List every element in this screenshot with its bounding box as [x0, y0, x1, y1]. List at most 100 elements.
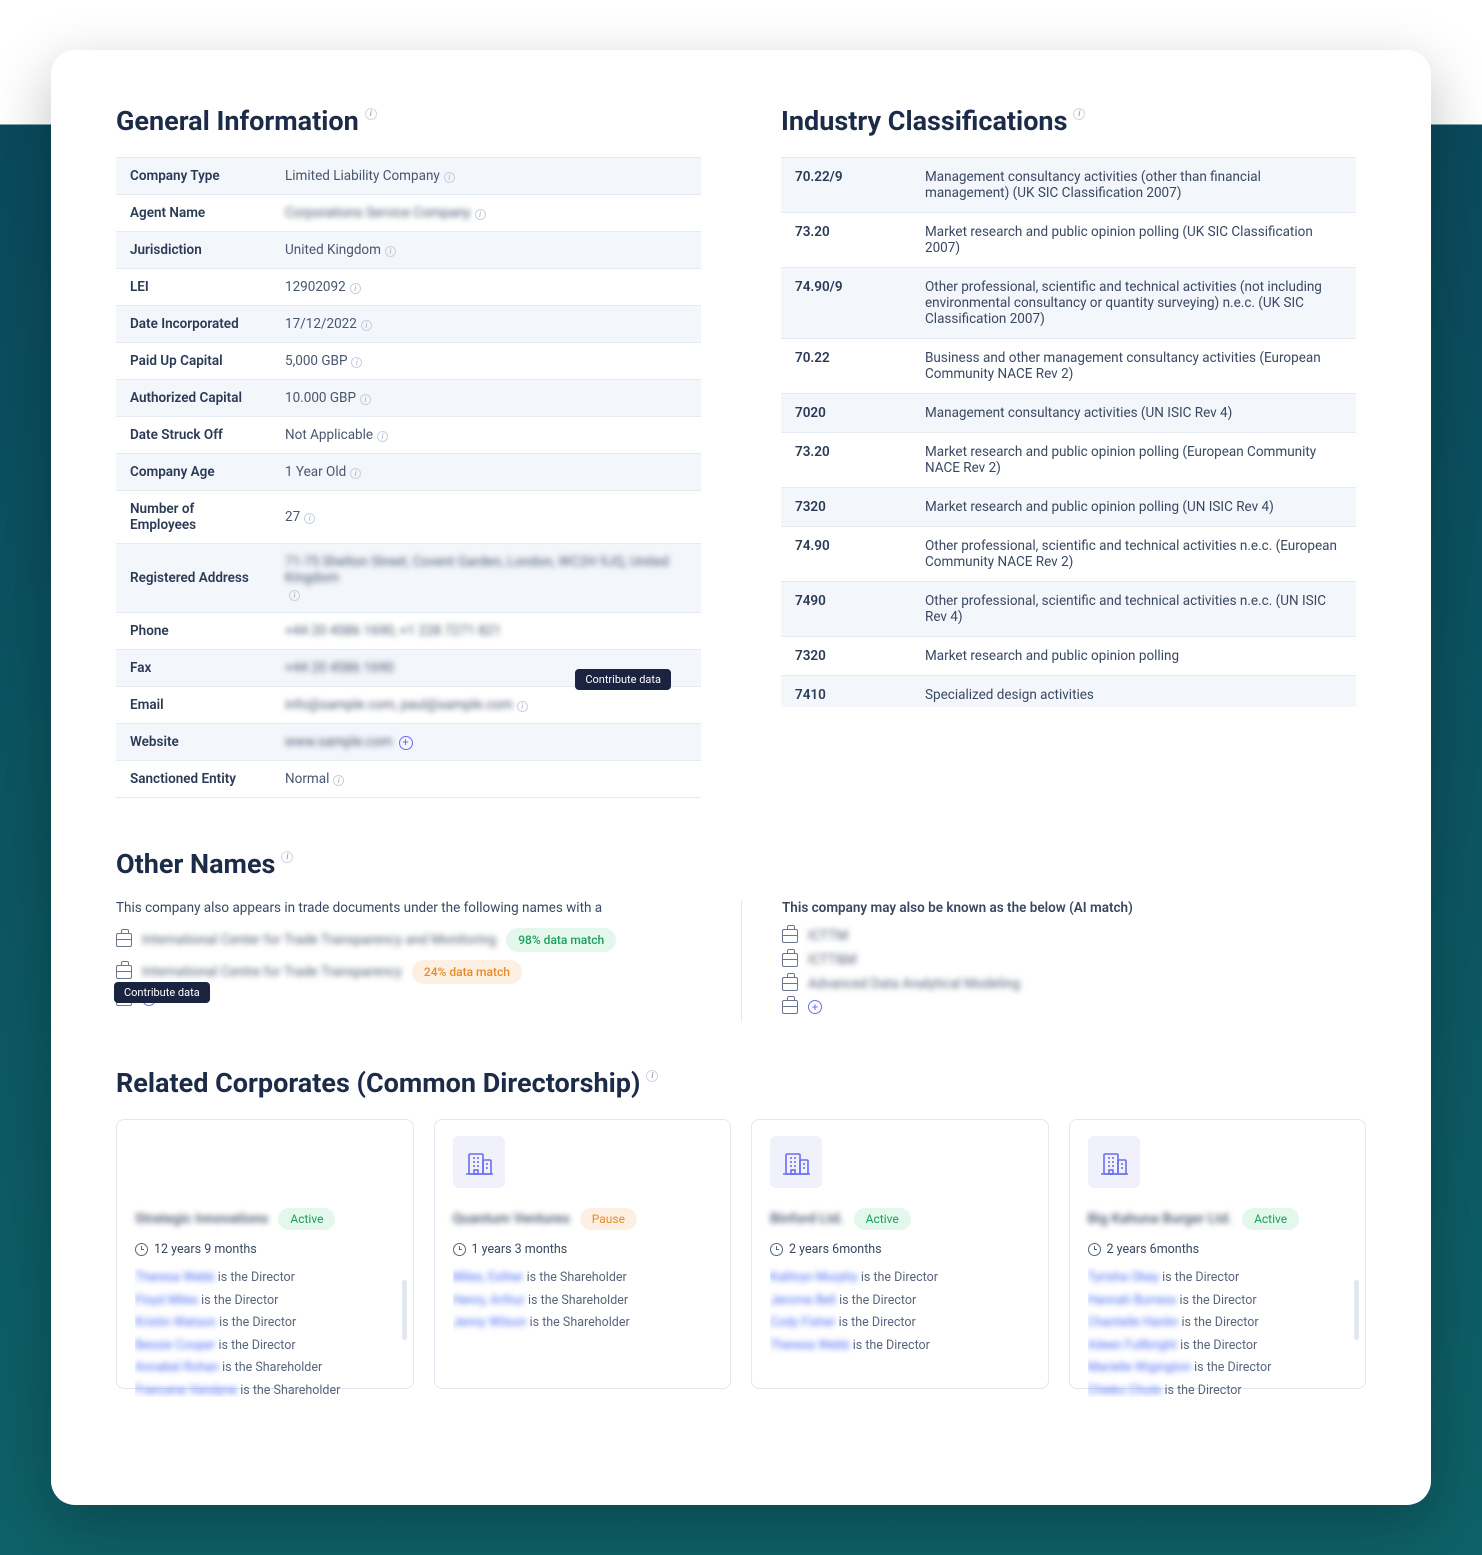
- industry-code: 7020: [781, 394, 911, 433]
- industry-code: 73.20: [781, 213, 911, 268]
- field-label: Website: [116, 724, 271, 761]
- person-name[interactable]: Jenny Wilson: [453, 1315, 527, 1330]
- other-name-row: ICTT&M: [782, 952, 1366, 968]
- scrollbar[interactable]: [402, 1280, 407, 1340]
- person-name[interactable]: Marielle Wigington: [1088, 1360, 1192, 1375]
- field-value: 12902092: [271, 269, 701, 306]
- general-info-row: Company TypeLimited Liability Company: [116, 158, 701, 195]
- person-role: is the Shareholder: [527, 1315, 630, 1330]
- info-icon[interactable]: [333, 775, 344, 786]
- general-info-row: Company Age1 Year Old: [116, 454, 701, 491]
- field-value: 10.000 GBP: [271, 380, 701, 417]
- info-icon[interactable]: [646, 1070, 658, 1082]
- info-icon[interactable]: [1073, 108, 1085, 120]
- person-name[interactable]: Bessie Cooper: [135, 1338, 215, 1353]
- person-name[interactable]: Annabel Rohan: [135, 1360, 219, 1375]
- industry-desc: Management consultancy activities (other…: [911, 158, 1356, 213]
- person-name[interactable]: Tyrisha Obey: [1088, 1270, 1160, 1285]
- add-name-button[interactable]: [808, 1000, 822, 1014]
- field-label: Phone: [116, 613, 271, 650]
- industry-code: 7320: [781, 488, 911, 527]
- person-name[interactable]: Chieko Chute: [1088, 1383, 1162, 1398]
- field-label: Date Struck Off: [116, 417, 271, 454]
- field-label: Registered Address: [116, 544, 271, 613]
- field-label: Paid Up Capital: [116, 343, 271, 380]
- industry-code: 70.22: [781, 339, 911, 394]
- industry-scroll[interactable]: 70.22/9Management consultancy activities…: [781, 157, 1366, 707]
- general-info-row: Paid Up Capital5,000 GBP: [116, 343, 701, 380]
- industry-code: 74.90/9: [781, 268, 911, 339]
- field-value: 1 Year Old: [271, 454, 701, 491]
- info-icon[interactable]: [281, 851, 293, 863]
- person-role: is the Shareholder: [237, 1383, 340, 1398]
- industry-desc: Other professional, scientific and techn…: [911, 582, 1356, 637]
- general-info-row: Number of Employees27: [116, 491, 701, 544]
- related-corporate-card[interactable]: Big Kahuna Burger Ltd.Active2 years 6mon…: [1069, 1119, 1367, 1389]
- industry-row: 70.22Business and other management consu…: [781, 339, 1356, 394]
- person-name[interactable]: Aileen Fullbright: [1088, 1338, 1178, 1353]
- general-info-row: Emailinfo@sample.com, paul@sample.comCon…: [116, 687, 701, 724]
- person-role: is the Director: [835, 1315, 915, 1330]
- person-name[interactable]: Henry, Arthur: [453, 1293, 525, 1308]
- info-icon[interactable]: [365, 108, 377, 120]
- duration-text: 12 years 9 months: [154, 1242, 257, 1257]
- clock-icon: [135, 1243, 148, 1256]
- info-icon[interactable]: [304, 513, 315, 524]
- industry-row: 73.20Market research and public opinion …: [781, 433, 1356, 488]
- other-name-text: ICTT&M: [808, 952, 857, 968]
- person-name[interactable]: Miles, Esther: [453, 1270, 524, 1285]
- person-name[interactable]: Theresa Webb: [135, 1270, 215, 1285]
- person-name[interactable]: Jerome Bell: [770, 1293, 836, 1308]
- info-icon[interactable]: [289, 590, 300, 601]
- info-icon[interactable]: [361, 320, 372, 331]
- add-button[interactable]: [399, 736, 413, 750]
- person-role: is the Director: [1161, 1383, 1241, 1398]
- info-icon[interactable]: [350, 283, 361, 294]
- info-icon[interactable]: [385, 246, 396, 257]
- person-name[interactable]: Chantelle Hanlin: [1088, 1315, 1179, 1330]
- other-name-row: International Center for Trade Transpare…: [116, 928, 701, 952]
- related-corporate-card[interactable]: Quantum VenturesPause1 years 3 monthsMil…: [434, 1119, 732, 1389]
- info-icon[interactable]: [444, 172, 455, 183]
- scrollbar[interactable]: [1354, 1280, 1359, 1340]
- field-label: Agent Name: [116, 195, 271, 232]
- person-name[interactable]: Kristin Watson: [135, 1315, 216, 1330]
- info-icon[interactable]: [377, 431, 388, 442]
- person-role: is the Shareholder: [219, 1360, 322, 1375]
- related-corporate-card[interactable]: Binford Ltd.Active2 years 6monthsKathryn…: [751, 1119, 1049, 1389]
- industry-code: 73.20: [781, 433, 911, 488]
- person-role: is the Director: [1178, 1315, 1258, 1330]
- clock-icon: [453, 1243, 466, 1256]
- field-value: 5,000 GBP: [271, 343, 701, 380]
- general-info-row: LEI12902092: [116, 269, 701, 306]
- info-icon[interactable]: [517, 701, 528, 712]
- industry-row: 7490Other professional, scientific and t…: [781, 582, 1356, 637]
- related-corporate-card[interactable]: Strategic InnovationsActive12 years 9 mo…: [116, 1119, 414, 1389]
- person-name[interactable]: Francene Vandyne: [135, 1383, 237, 1398]
- building-icon: [453, 1136, 505, 1188]
- industry-code: 74.90: [781, 527, 911, 582]
- general-info-table: Company TypeLimited Liability CompanyAge…: [116, 157, 701, 798]
- person-name[interactable]: Floyd Miles: [135, 1293, 198, 1308]
- info-icon[interactable]: [360, 394, 371, 405]
- field-label: Fax: [116, 650, 271, 687]
- info-icon[interactable]: [475, 209, 486, 220]
- other-names-right: This company may also be known as the be…: [741, 900, 1366, 1022]
- other-name-text: International Centre for Trade Transpare…: [142, 964, 402, 980]
- person-role: is the Director: [215, 1338, 295, 1353]
- person-role: is the Director: [1177, 1338, 1257, 1353]
- person-name[interactable]: Kathryn Murphy: [770, 1270, 858, 1285]
- general-info-row: Registered Address71-75 Shelton Street, …: [116, 544, 701, 613]
- corporate-name: Strategic Innovations: [135, 1211, 268, 1227]
- person-name[interactable]: Hannah Burress: [1088, 1293, 1177, 1308]
- info-icon[interactable]: [350, 468, 361, 479]
- info-icon[interactable]: [351, 357, 362, 368]
- briefcase-icon: [782, 953, 798, 967]
- person-name[interactable]: Theresa Webb: [770, 1338, 850, 1353]
- related-corporates-title: Related Corporates (Common Directorship): [116, 1067, 1366, 1099]
- building-icon: [770, 1136, 822, 1188]
- person-name[interactable]: Cody Fisher: [770, 1315, 835, 1330]
- clock-icon: [1088, 1243, 1101, 1256]
- other-names-title: Other Names: [116, 848, 1366, 880]
- industry-desc: Market research and public opinion polli…: [911, 433, 1356, 488]
